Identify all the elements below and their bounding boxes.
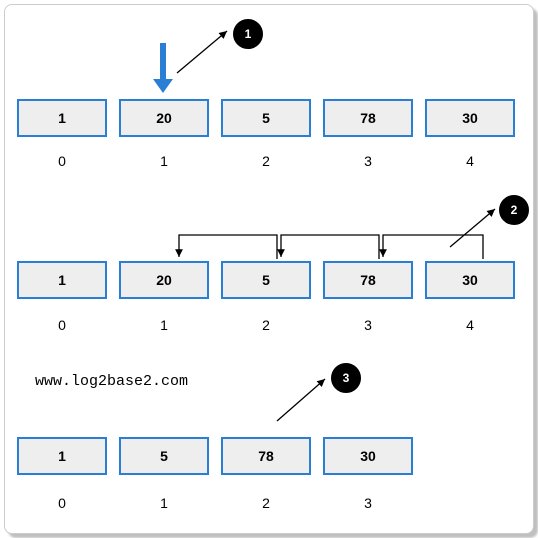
array-cell: 30: [425, 261, 515, 299]
badge-1-pointer: [177, 25, 237, 75]
badge-3-label: 3: [343, 371, 350, 385]
array-index: 3: [323, 317, 413, 333]
array-cell: 1: [17, 261, 107, 299]
array-cell: 20: [119, 99, 209, 137]
array-step-2: 1 20 5 78 30: [17, 261, 517, 299]
array-cell: 20: [119, 261, 209, 299]
step-badge-1: 1: [233, 19, 263, 49]
array-index: 4: [425, 153, 515, 169]
array-index: 1: [119, 153, 209, 169]
cell-value: 78: [258, 448, 274, 464]
array-index: 0: [17, 153, 107, 169]
badge-2-label: 2: [511, 203, 518, 217]
indices-step-2: 0 1 2 3 4: [17, 317, 515, 333]
array-cell: 5: [119, 437, 209, 475]
array-index: 2: [221, 495, 311, 511]
array-cell: 78: [221, 437, 311, 475]
array-cell: 78: [323, 99, 413, 137]
indices-step-3: 0 1 2 3: [17, 495, 413, 511]
array-index: 3: [323, 495, 413, 511]
array-cell: 30: [323, 437, 413, 475]
array-cell: 1: [17, 437, 107, 475]
cell-value: 20: [156, 272, 172, 288]
array-cell: 5: [221, 99, 311, 137]
array-index: 3: [323, 153, 413, 169]
cell-value: 30: [462, 110, 478, 126]
array-index: 0: [17, 495, 107, 511]
array-cell: 78: [323, 261, 413, 299]
array-cell: 5: [221, 261, 311, 299]
cell-value: 20: [156, 110, 172, 126]
cell-value: 1: [58, 448, 66, 464]
cell-value: 1: [58, 272, 66, 288]
cell-value: 30: [360, 448, 376, 464]
array-index: 4: [425, 317, 515, 333]
array-index: 1: [119, 495, 209, 511]
array-step-1: 1 20 5 78 30: [17, 99, 517, 137]
array-cell: 1: [17, 99, 107, 137]
cell-value: 5: [262, 272, 270, 288]
cell-value: 30: [462, 272, 478, 288]
array-index: 0: [17, 317, 107, 333]
shift-arrows-step-2: [17, 229, 527, 263]
array-index: 2: [221, 153, 311, 169]
cell-value: 78: [360, 110, 376, 126]
array-step-3: 1 5 78 30: [17, 437, 413, 475]
cell-value: 5: [262, 110, 270, 126]
blue-down-arrow-icon: [153, 43, 183, 95]
cell-value: 5: [160, 448, 168, 464]
badge-1-label: 1: [245, 27, 252, 41]
cell-value: 78: [360, 272, 376, 288]
array-index: 1: [119, 317, 209, 333]
cell-value: 1: [58, 110, 66, 126]
indices-step-1: 0 1 2 3 4: [17, 153, 515, 169]
watermark-text: www.log2base2.com: [35, 373, 188, 390]
array-index: 2: [221, 317, 311, 333]
array-cell: 30: [425, 99, 515, 137]
diagram-container: 1 1 20 5 78 30 0 1 2 3 4 2: [4, 4, 534, 534]
badge-3-pointer: [277, 373, 337, 423]
